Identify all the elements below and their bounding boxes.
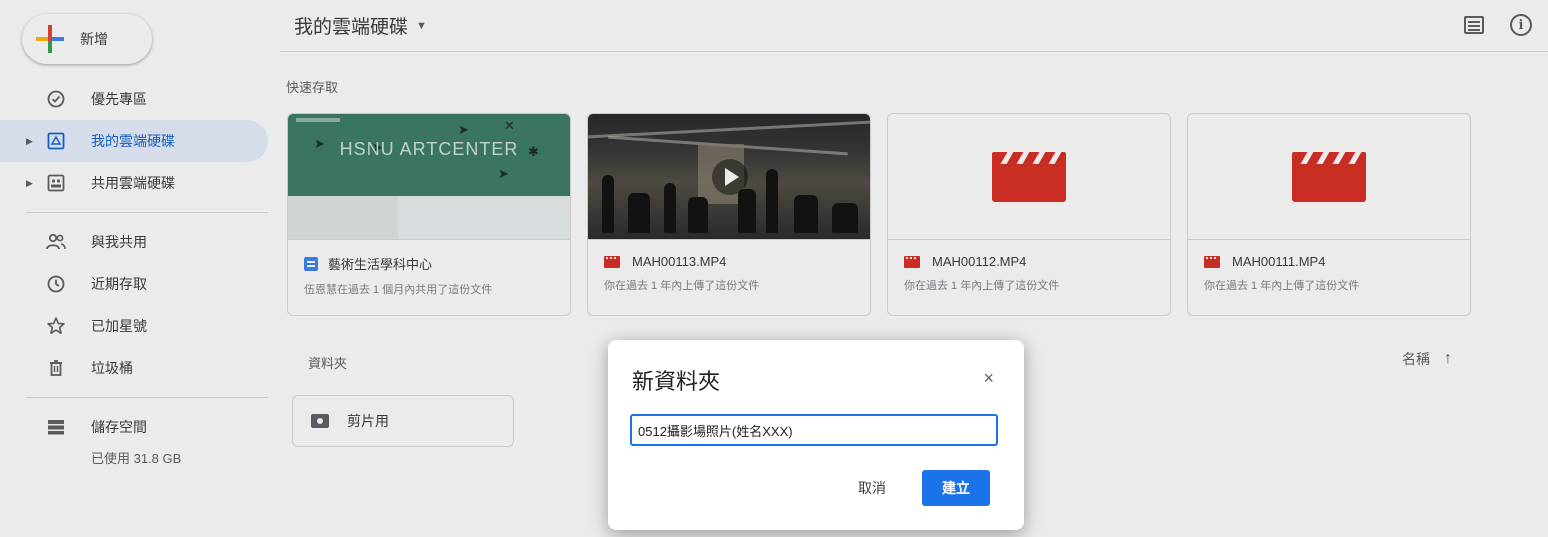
create-button[interactable]: 建立 (922, 470, 990, 506)
cancel-button[interactable]: 取消 (844, 470, 900, 506)
dialog-title: 新資料夾 (632, 369, 721, 394)
drive-page: 新增 優先專區 ▶ 我的雲端硬碟 ▶ 共用雲端硬碟 與我共用 近期存取 已加星號… (0, 0, 1548, 537)
new-folder-dialog: 新資料夾 × 取消 建立 (608, 340, 1024, 530)
folder-name-input[interactable] (630, 414, 998, 446)
close-icon[interactable]: × (983, 368, 994, 389)
